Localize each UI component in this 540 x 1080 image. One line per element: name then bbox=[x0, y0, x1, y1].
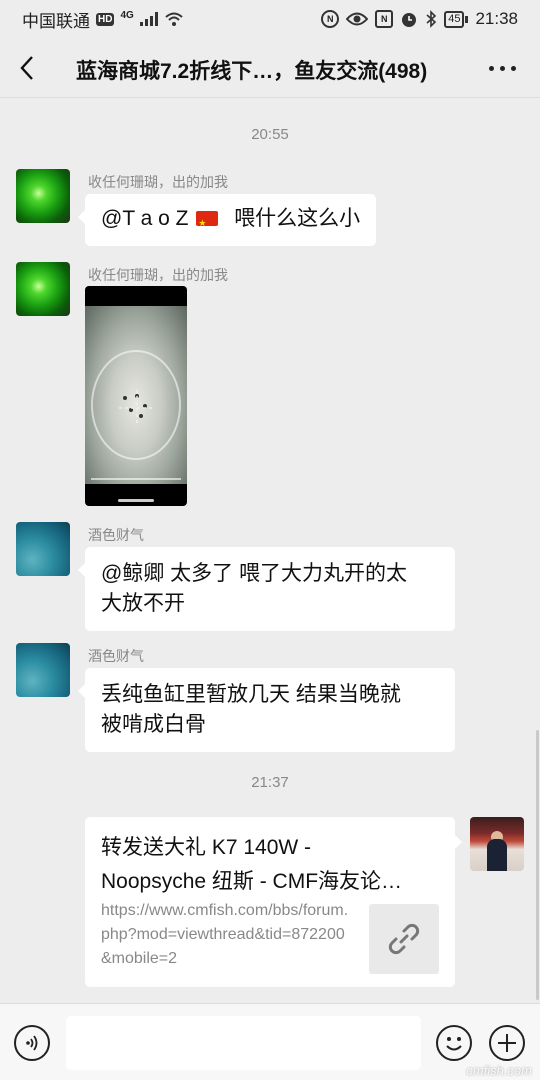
message-text-line: 被啃成白骨 bbox=[101, 713, 206, 736]
wifi-icon bbox=[165, 12, 183, 26]
timestamp: 20:55 bbox=[251, 126, 289, 143]
nfc-icon: N bbox=[321, 10, 340, 28]
sender-avatar[interactable] bbox=[16, 169, 70, 223]
link-icon bbox=[388, 923, 420, 955]
link-title: 转发送大礼 K7 140W - Noopsyche 纽斯 - CMF海友论… bbox=[101, 831, 441, 899]
carrier-label: 中国联通 bbox=[22, 11, 90, 31]
bluetooth-icon bbox=[426, 10, 437, 28]
fish-image bbox=[119, 390, 155, 426]
watermark: cmfish.com bbox=[466, 1063, 532, 1078]
home-indicator bbox=[118, 499, 154, 502]
scrollbar[interactable] bbox=[536, 730, 539, 1000]
avatar-body bbox=[487, 839, 507, 871]
link-title-line: Noopsyche 纽斯 - CMF海友论… bbox=[101, 870, 403, 893]
chat-title: 蓝海商城7.2折线下…，鱼友交流(498) bbox=[76, 60, 428, 83]
message-input[interactable] bbox=[66, 1016, 421, 1070]
signal-icon bbox=[139, 12, 158, 26]
sender-name: 酒色财气 bbox=[88, 648, 144, 664]
plus-icon bbox=[498, 1034, 516, 1052]
chat-title-bar: 蓝海商城7.2折线下…，鱼友交流(498) bbox=[0, 38, 540, 98]
mention-text: @T a o Z bbox=[101, 207, 189, 230]
video-thumbnail[interactable] bbox=[85, 286, 187, 506]
message-text-line: 丢纯鱼缸里暂放几天 结果当晚就 bbox=[101, 683, 401, 706]
clock: 21:38 bbox=[475, 9, 518, 28]
voice-icon bbox=[26, 1035, 38, 1051]
link-title-line: 转发送大礼 K7 140W - bbox=[101, 836, 312, 859]
my-avatar[interactable] bbox=[470, 817, 524, 871]
message-text-line: 大放不开 bbox=[101, 592, 185, 615]
link-thumbnail bbox=[369, 904, 439, 974]
sender-name: 酒色财气 bbox=[88, 527, 144, 543]
video-frame bbox=[85, 306, 187, 484]
message-bubble[interactable]: 丢纯鱼缸里暂放几天 结果当晚就 被啃成白骨 bbox=[78, 668, 455, 752]
emoji-button[interactable] bbox=[436, 1025, 472, 1061]
hd-badge: HD bbox=[96, 12, 115, 26]
link-url: https://www.cmfish.com/bbs/forum.php?mod… bbox=[101, 902, 349, 967]
sender-avatar[interactable] bbox=[16, 643, 70, 697]
status-right: N N 45 21:38 bbox=[321, 9, 518, 29]
message-bubble[interactable]: @鲸卿 太多了 喂了大力丸开的太 大放不开 bbox=[78, 547, 455, 631]
china-flag-icon bbox=[196, 208, 219, 238]
sender-avatar[interactable] bbox=[16, 262, 70, 316]
link-card[interactable]: 转发送大礼 K7 140W - Noopsyche 纽斯 - CMF海友论… h… bbox=[85, 817, 462, 987]
message-bubble[interactable]: @T a o Z 喂什么这么小 bbox=[77, 194, 377, 246]
input-bar: cmfish.com bbox=[0, 1003, 540, 1080]
smiley-icon bbox=[446, 1037, 462, 1051]
eye-icon bbox=[346, 12, 369, 26]
sender-avatar[interactable] bbox=[16, 522, 70, 576]
voice-input-button[interactable] bbox=[14, 1025, 50, 1061]
n-icon: N bbox=[375, 10, 394, 28]
message-text-line: @鲸卿 太多了 喂了大力丸开的太 bbox=[101, 562, 407, 585]
message-text: 喂什么这么小 bbox=[234, 207, 361, 230]
status-bar: 中国联通 HD 4G N N 45 21:38 bbox=[0, 0, 540, 38]
alarm-icon bbox=[402, 13, 417, 27]
sender-name: 收任何珊瑚，出的加我 bbox=[88, 267, 228, 283]
status-left: 中国联通 HD 4G bbox=[22, 7, 184, 32]
video-progress-bar[interactable] bbox=[91, 478, 181, 480]
timestamp: 21:37 bbox=[251, 774, 289, 791]
battery-level: 45 bbox=[444, 10, 465, 28]
sender-name: 收任何珊瑚，出的加我 bbox=[88, 174, 228, 190]
network-type: 4G bbox=[120, 9, 134, 21]
more-options-icon[interactable] bbox=[489, 66, 516, 71]
battery-icon: 45 bbox=[444, 10, 469, 28]
more-functions-button[interactable] bbox=[489, 1025, 525, 1061]
back-arrow-icon[interactable] bbox=[16, 54, 42, 82]
